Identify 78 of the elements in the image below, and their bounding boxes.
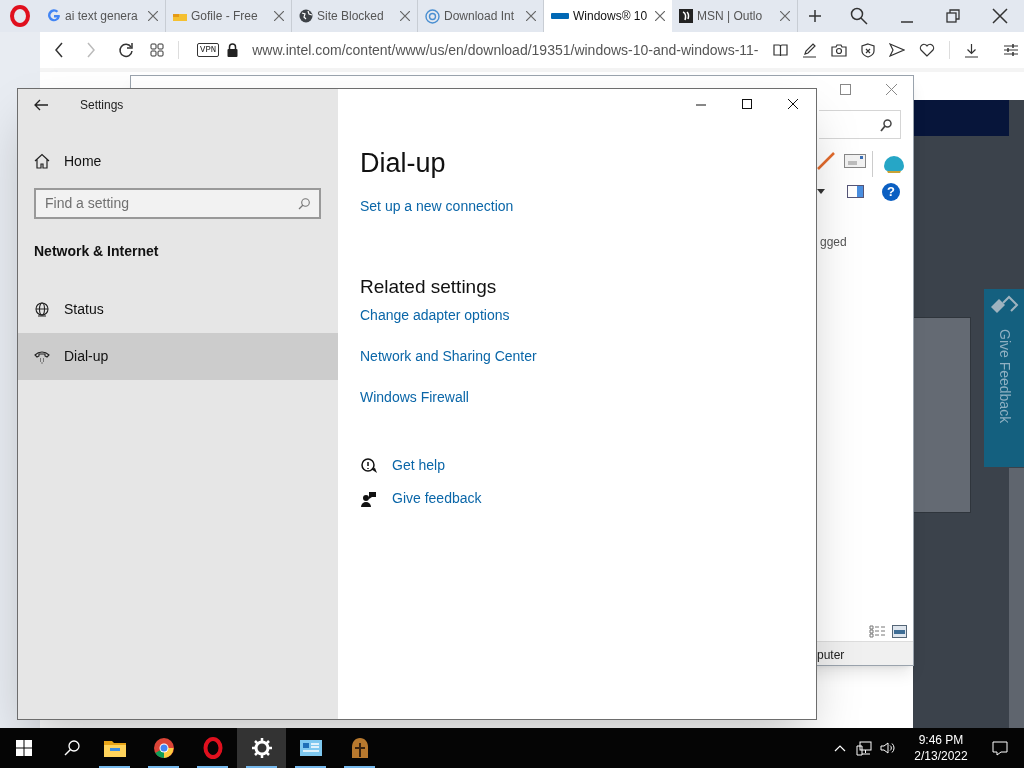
feedback-tab-label: Give Feedback [995, 329, 1014, 424]
heart-icon[interactable] [918, 43, 935, 57]
new-tab-icon[interactable] [808, 9, 822, 23]
shield-icon[interactable] [860, 42, 875, 58]
feedback-link[interactable]: Give feedback [392, 488, 482, 509]
network-icon[interactable] [856, 740, 872, 756]
opera-icon [202, 737, 223, 759]
clock-time[interactable]: 9:46 PM [918, 732, 964, 748]
item-label: gged [820, 234, 847, 251]
folder-icon [103, 739, 126, 757]
close-tab-icon[interactable] [780, 11, 790, 21]
close-tab-icon[interactable] [655, 11, 665, 21]
google-icon [47, 9, 61, 23]
globe-icon [299, 9, 313, 23]
lock-icon [227, 43, 239, 57]
settings-link[interactable]: Windows Firewall [360, 387, 469, 408]
large-icons-view-icon[interactable] [892, 625, 907, 638]
camera-icon[interactable] [830, 43, 847, 57]
close-tab-icon[interactable] [400, 11, 410, 21]
back-arrow-icon[interactable] [34, 99, 48, 111]
close-tab-icon[interactable] [148, 11, 158, 21]
settings-sliders-icon[interactable] [1002, 43, 1019, 57]
close-icon[interactable] [992, 8, 1008, 24]
send-icon[interactable] [888, 43, 905, 57]
help-chat-icon [361, 457, 379, 474]
help-link[interactable]: Get help [392, 455, 445, 476]
preview-pane-icon[interactable] [847, 185, 864, 198]
address-field[interactable]: www.intel.com/content/www/us/en/download/19351/windows-10-and-windows-11- [252, 39, 759, 61]
clock-date[interactable]: 2/13/2022 [914, 748, 968, 764]
search-field[interactable]: Find a setting [34, 188, 321, 219]
edit-icon[interactable] [801, 42, 817, 58]
status-text: puter [817, 647, 845, 664]
related-settings-heading: Related settings [360, 274, 498, 299]
help-icon[interactable]: ? [882, 183, 900, 201]
dropdown-caret-icon[interactable] [817, 189, 825, 194]
back-icon[interactable] [54, 42, 64, 58]
control-panel-icon [299, 739, 322, 757]
search-icon [880, 119, 892, 132]
search-icon[interactable] [850, 7, 868, 25]
phone-icon [34, 349, 50, 364]
chrome-icon [152, 737, 175, 759]
details-view-icon[interactable] [869, 625, 886, 638]
search-field[interactable] [819, 110, 901, 139]
vpn-badge[interactable]: VPN [197, 43, 220, 57]
speaker-icon[interactable] [880, 741, 896, 755]
feedback-person-icon [361, 490, 377, 507]
settings-link[interactable]: Change adapter options [360, 305, 510, 326]
search-icon [298, 197, 310, 210]
close-tab-icon[interactable] [526, 11, 536, 21]
nav-item[interactable]: Dial-up [18, 333, 338, 380]
close-icon[interactable] [788, 99, 798, 109]
notifications-icon[interactable] [992, 740, 1008, 756]
page-title: Dial-up [360, 147, 447, 180]
section-heading: Network & Internet [34, 242, 160, 261]
download-icon[interactable] [963, 42, 979, 58]
chevron-up-icon[interactable] [834, 744, 846, 752]
tabs-grid-icon[interactable] [150, 43, 164, 57]
nav-item[interactable]: Status [18, 286, 338, 333]
mail-icon[interactable] [844, 154, 866, 168]
swirl-icon [425, 8, 440, 24]
taskbar-app-button[interactable] [237, 728, 286, 768]
book-icon[interactable] [772, 43, 788, 57]
setup-connection-link[interactable]: Set up a new connection [360, 195, 514, 217]
browser-tab[interactable]: Windows® 10 [544, 0, 672, 32]
globe-icon [34, 301, 50, 318]
restore-icon[interactable] [946, 9, 960, 23]
home-nav-item[interactable]: Home [18, 143, 338, 179]
window-title: Settings [80, 97, 124, 114]
maximize-icon[interactable] [742, 99, 752, 109]
opera-logo-icon[interactable] [10, 5, 30, 27]
reload-icon[interactable] [118, 42, 134, 58]
search-icon[interactable] [64, 740, 80, 756]
home-icon [34, 153, 50, 169]
close-tab-icon[interactable] [274, 11, 284, 21]
folder-icon [173, 11, 187, 21]
gear-icon [251, 738, 272, 758]
windows-start-icon[interactable] [16, 740, 32, 756]
settings-link[interactable]: Network and Sharing Center [360, 346, 537, 367]
